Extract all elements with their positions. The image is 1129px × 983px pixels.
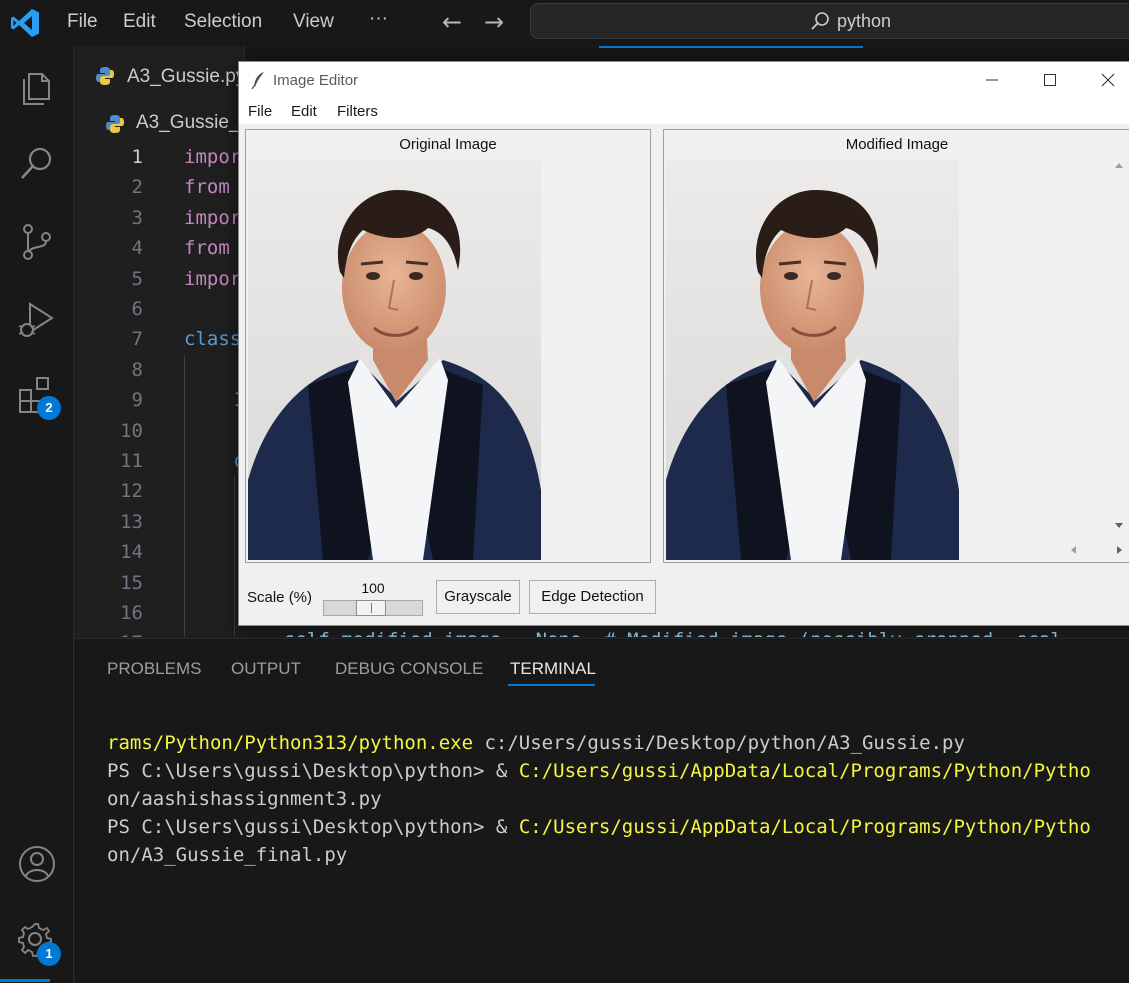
desktop: File Edit Selection View ··· ← → python bbox=[0, 0, 1129, 983]
original-image-label: Original Image bbox=[399, 136, 497, 153]
line-number: 10 bbox=[120, 420, 143, 442]
code-line-peek: self.modified_image = None # Modified im… bbox=[284, 629, 1062, 637]
command-center-text: python bbox=[837, 11, 892, 31]
menu-edit[interactable]: Edit bbox=[123, 11, 156, 33]
image-editor-title-bar[interactable]: Image Editor bbox=[239, 62, 1129, 98]
explorer-icon[interactable] bbox=[14, 64, 60, 110]
close-icon[interactable] bbox=[1079, 62, 1129, 98]
line-number: 13 bbox=[120, 511, 143, 533]
account-icon[interactable] bbox=[14, 841, 60, 887]
menu-file[interactable]: File bbox=[67, 11, 98, 33]
code-line: from bbox=[184, 176, 242, 198]
editor-tab[interactable]: A3_Gussie.py bbox=[75, 46, 245, 104]
maximize-icon[interactable] bbox=[1021, 62, 1079, 98]
code-line: class bbox=[184, 328, 242, 350]
code-line: impor bbox=[184, 268, 242, 290]
image-editor-window: Image Editor File Edit Filters Original … bbox=[238, 61, 1129, 626]
line-number: 17 bbox=[95, 632, 143, 637]
tk-menu-edit[interactable]: Edit bbox=[291, 103, 317, 120]
terminal-line: rams/Python/Python313/python.exe c:/User… bbox=[107, 732, 965, 754]
horizontal-scrollbar[interactable] bbox=[1064, 541, 1129, 559]
indent-guide bbox=[234, 476, 235, 637]
line-number: 1 bbox=[131, 146, 143, 168]
vscode-title-bar: File Edit Selection View ··· ← → python bbox=[0, 0, 1129, 46]
terminal-line: on/aashishassignment3.py bbox=[107, 788, 382, 810]
modified-image-label: Modified Image bbox=[845, 136, 949, 153]
code-line: impor bbox=[184, 207, 242, 229]
menu-view[interactable]: View bbox=[293, 11, 334, 33]
terminal-prompt: PS C:\Users\gussi\Desktop\python> & bbox=[107, 816, 519, 838]
line-number: 11 bbox=[120, 450, 143, 472]
terminal-line: PS C:\Users\gussi\Desktop\python> & C:/U… bbox=[107, 760, 1091, 782]
command-center-search[interactable]: python bbox=[530, 3, 1129, 39]
line-number: 6 bbox=[131, 298, 143, 320]
forward-arrow-icon[interactable]: → bbox=[484, 8, 504, 36]
breadcrumb-file[interactable]: A3_Gussie_ bbox=[136, 112, 240, 134]
terminal-line: on/A3_Gussie_final.py bbox=[107, 844, 348, 866]
grayscale-button[interactable]: Grayscale bbox=[436, 580, 520, 614]
activity-active-indicator bbox=[0, 979, 50, 982]
search-icon bbox=[811, 12, 829, 30]
minimize-icon[interactable] bbox=[963, 62, 1021, 98]
line-number: 9 bbox=[131, 389, 143, 411]
line-number: 5 bbox=[131, 268, 143, 290]
scale-label: Scale (%) bbox=[247, 589, 313, 606]
original-image-frame: Original Image bbox=[245, 129, 651, 563]
terminal-exe-path: C:/Users/gussi/AppData/Local/Programs/Py… bbox=[518, 816, 1091, 838]
scale-value: 100 bbox=[361, 580, 385, 596]
menu-selection[interactable]: Selection bbox=[184, 11, 262, 33]
panel-tab-terminal[interactable]: TERMINAL bbox=[510, 659, 596, 679]
line-number: 12 bbox=[120, 480, 143, 502]
tk-menu-file[interactable]: File bbox=[248, 103, 272, 120]
line-number: 3 bbox=[131, 207, 143, 229]
extensions-badge: 2 bbox=[37, 396, 61, 420]
settings-badge: 1 bbox=[37, 942, 61, 966]
terminal-exe-path: C:/Users/gussi/AppData/Local/Programs/Py… bbox=[518, 760, 1091, 782]
indent-guide bbox=[184, 356, 185, 637]
line-number: 2 bbox=[131, 176, 143, 198]
active-tab-indicator bbox=[599, 46, 863, 48]
terminal-prompt: PS C:\Users\gussi\Desktop\python> & bbox=[107, 760, 519, 782]
source-control-icon[interactable] bbox=[14, 219, 60, 265]
vertical-scrollbar[interactable] bbox=[1110, 158, 1128, 538]
line-number: 4 bbox=[131, 237, 143, 259]
line-number: 14 bbox=[120, 541, 143, 563]
modified-image-frame: Modified Image bbox=[663, 129, 1129, 563]
scale-slider-thumb[interactable] bbox=[356, 600, 386, 616]
terminal-line: PS C:\Users\gussi\Desktop\python> & C:/U… bbox=[107, 816, 1091, 838]
vscode-logo-icon bbox=[11, 9, 39, 37]
panel-tab-problems[interactable]: PROBLEMS bbox=[107, 659, 201, 679]
activity-bar: 2 1 bbox=[0, 46, 74, 983]
code-line: from bbox=[184, 237, 242, 259]
edge-detection-button[interactable]: Edge Detection bbox=[529, 580, 656, 614]
line-number: 7 bbox=[131, 328, 143, 350]
tk-menu-filters[interactable]: Filters bbox=[337, 103, 378, 120]
back-arrow-icon[interactable]: ← bbox=[442, 8, 462, 36]
menu-more-icon[interactable]: ··· bbox=[369, 8, 388, 30]
tab-label: A3_Gussie.py bbox=[127, 66, 246, 87]
image-editor-menu-bar: File Edit Filters bbox=[239, 98, 1129, 124]
line-number: 16 bbox=[120, 602, 143, 624]
terminal-tab-indicator bbox=[508, 684, 595, 686]
run-debug-icon[interactable] bbox=[14, 296, 60, 342]
bottom-panel: PROBLEMS OUTPUT DEBUG CONSOLE TERMINAL r… bbox=[75, 638, 1129, 983]
window-title: Image Editor bbox=[273, 72, 359, 89]
terminal-script-path: c:/Users/gussi/Desktop/python/A3_Gussie.… bbox=[473, 732, 965, 754]
search-sidebar-icon[interactable] bbox=[14, 141, 60, 187]
tk-feather-icon bbox=[251, 72, 264, 89]
line-number: 8 bbox=[131, 359, 143, 381]
line-number: 15 bbox=[120, 572, 143, 594]
modified-image-canvas[interactable] bbox=[666, 160, 959, 560]
python-file-icon bbox=[96, 67, 114, 85]
code-line: impor bbox=[184, 146, 242, 168]
scale-slider[interactable] bbox=[323, 600, 423, 616]
original-image-canvas[interactable] bbox=[248, 160, 541, 560]
panel-tab-debug-console[interactable]: DEBUG CONSOLE bbox=[335, 659, 483, 679]
terminal-exe-path: rams/Python/Python313/python.exe bbox=[107, 732, 474, 754]
panel-tab-output[interactable]: OUTPUT bbox=[231, 659, 301, 679]
python-file-icon bbox=[106, 115, 124, 133]
